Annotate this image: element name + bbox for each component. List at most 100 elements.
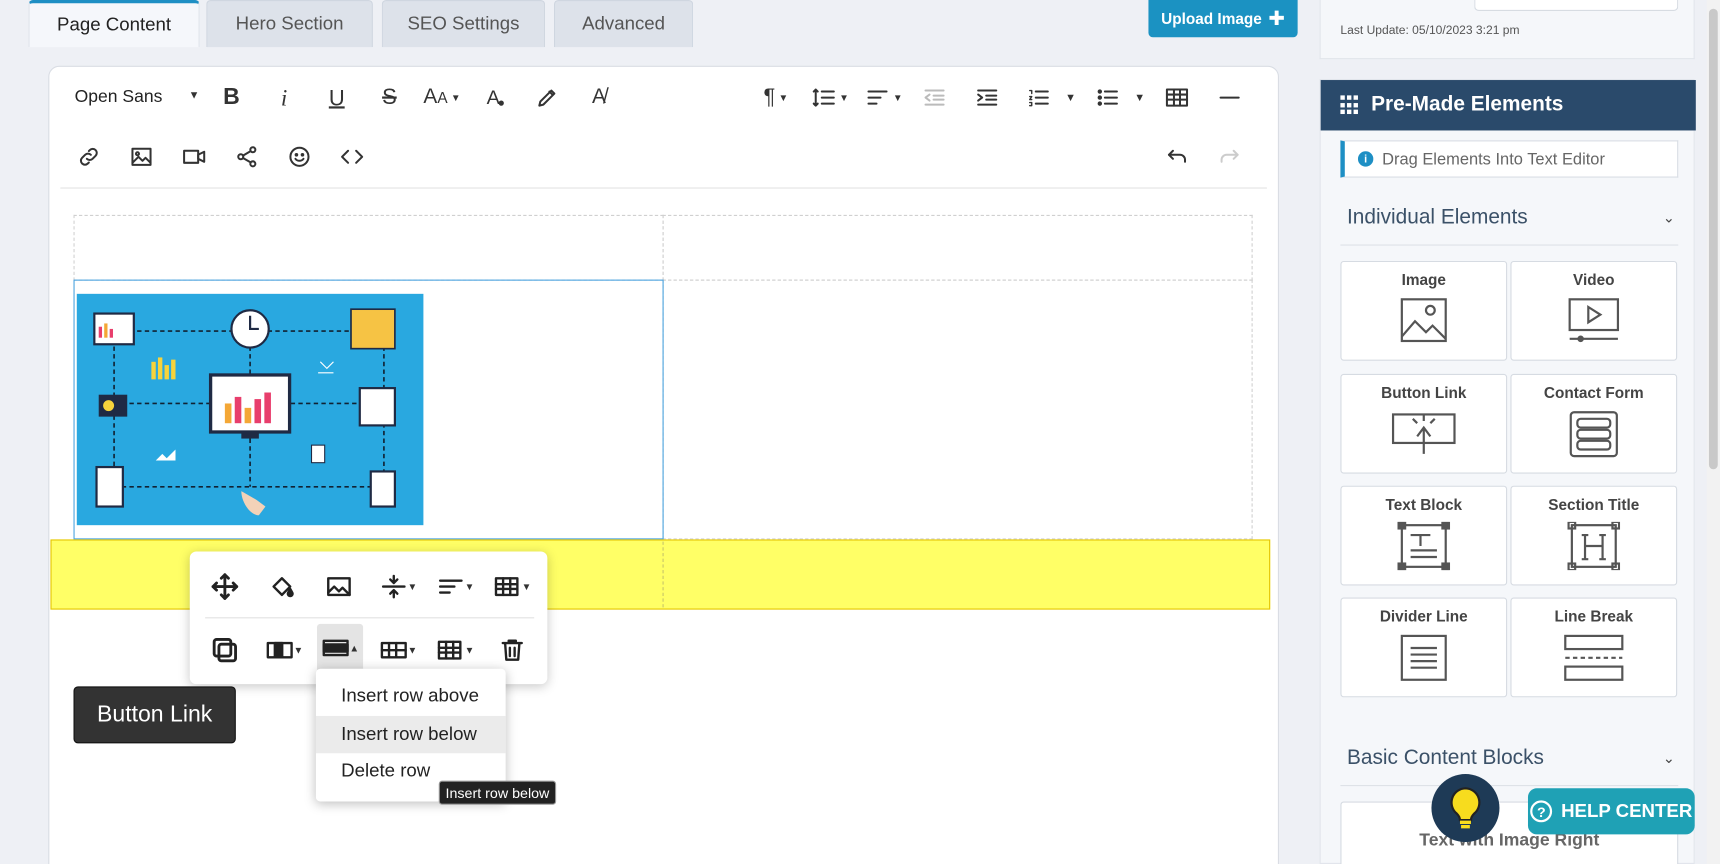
tab-seo-settings[interactable]: SEO Settings [381, 0, 546, 48]
section-divider [1340, 244, 1679, 246]
card-label: Video [1573, 270, 1615, 289]
button-link-element[interactable]: Button Link [73, 686, 236, 744]
element-card-text-block[interactable]: Text Block [1340, 485, 1508, 586]
chevron-down-icon[interactable]: ⌄ [1663, 209, 1675, 227]
indent-icon[interactable] [975, 86, 999, 110]
menu-item-insert-row-above[interactable]: Insert row above [316, 678, 506, 715]
grid-icon [1340, 95, 1360, 115]
content-image[interactable] [76, 293, 424, 526]
table-cell[interactable] [662, 279, 1253, 540]
image-icon [1400, 298, 1447, 343]
horizontal-line-icon[interactable] [1218, 86, 1242, 110]
menu-item-label: Insert row below [341, 723, 477, 745]
code-view-icon[interactable] [340, 145, 364, 169]
toolbar-divider [60, 187, 1267, 189]
paragraph-format-icon[interactable]: ¶ ▼ [763, 83, 788, 112]
text-color-icon[interactable]: A ● [484, 83, 508, 112]
delete-table-icon[interactable] [495, 630, 530, 669]
tab-page-content[interactable]: Page Content [28, 0, 200, 48]
element-card-line-break[interactable]: Line Break [1510, 597, 1678, 698]
font-family-caret-icon[interactable]: ▼ [189, 90, 200, 102]
menu-item-label: Delete row [341, 759, 431, 781]
element-card-section-title[interactable]: Section Title [1510, 485, 1678, 586]
redo-icon[interactable] [1218, 145, 1242, 169]
ordered-list-caret-icon[interactable]: ▼ [1065, 92, 1076, 104]
align-icon[interactable]: ▼ [865, 86, 903, 110]
last-update-text: Last Update: 05/10/2023 3:21 pm [1340, 24, 1520, 38]
bullet-list-icon[interactable] [1096, 86, 1120, 110]
text-block-icon [1397, 521, 1451, 571]
move-table-icon[interactable] [207, 569, 242, 604]
tab-label: Hero Section [235, 13, 344, 34]
help-center-button[interactable]: ? HELP CENTER [1527, 788, 1695, 835]
table-style-icon[interactable]: ▼ [488, 569, 536, 604]
menu-item-label: Insert row above [341, 685, 480, 707]
line-break-icon [1564, 634, 1624, 681]
scrollbar-thumb[interactable] [1708, 8, 1718, 470]
insert-image-icon[interactable] [129, 145, 153, 169]
tab-advanced[interactable]: Advanced [553, 0, 694, 48]
upload-image-button[interactable]: Upload Image ✚ [1148, 0, 1298, 38]
clear-format-icon[interactable]: A̸ [587, 83, 611, 112]
individual-elements-title[interactable]: Individual Elements [1347, 206, 1528, 230]
insert-video-icon[interactable] [182, 145, 206, 169]
bullet-list-caret-icon[interactable]: ▼ [1134, 92, 1145, 104]
chevron-down-icon[interactable]: ⌄ [1663, 750, 1675, 768]
popup-divider [205, 617, 535, 619]
element-card-image[interactable]: Image [1340, 260, 1508, 361]
pre-made-elements-panel: Pre-Made Elements i Drag Elements Into T… [1319, 78, 1696, 864]
line-height-icon[interactable]: ▼ [812, 86, 849, 110]
drag-hint-text: Drag Elements Into Text Editor [1382, 149, 1605, 169]
undo-icon[interactable] [1165, 145, 1189, 169]
tab-hero-section[interactable]: Hero Section [206, 0, 373, 48]
highlight-icon[interactable] [535, 86, 559, 110]
card-label: Text Block [1385, 495, 1463, 514]
element-card-contact-form[interactable]: Contact Form [1510, 373, 1678, 474]
element-card-button-link[interactable]: Button Link [1340, 373, 1508, 474]
help-center-label: HELP CENTER [1561, 800, 1693, 822]
network-illustration [93, 308, 396, 516]
cell-image-icon[interactable] [321, 569, 356, 604]
font-size-icon[interactable]: A A ▼ [423, 83, 460, 112]
button-link-icon [1391, 413, 1456, 454]
table-cell-icon[interactable]: ▼ [374, 630, 422, 669]
page-scrollbar[interactable] [1706, 0, 1720, 864]
cell-style-icon[interactable]: ▼ [431, 630, 479, 669]
underline-icon[interactable]: U [325, 83, 349, 114]
contact-form-icon [1569, 411, 1618, 458]
table-cell[interactable] [662, 214, 1253, 281]
outdent-icon[interactable] [922, 86, 946, 110]
tab-label: Advanced [582, 13, 666, 34]
font-family-select[interactable]: Open Sans [75, 83, 163, 112]
video-icon [1568, 298, 1620, 343]
table-column-icon[interactable]: ▼ [260, 630, 308, 669]
card-label: Divider Line [1379, 607, 1468, 625]
insert-table-icon[interactable] [1165, 86, 1189, 110]
section-title-icon [1567, 521, 1621, 571]
page-status-panel: Last Update: 05/10/2023 3:21 pm [1319, 0, 1695, 60]
element-card-video[interactable]: Video [1510, 260, 1678, 361]
emoji-icon[interactable] [287, 145, 311, 169]
tips-button[interactable] [1431, 774, 1500, 843]
share-icon[interactable] [235, 145, 259, 169]
bold-icon[interactable]: B [219, 83, 243, 112]
tab-label: Page Content [57, 14, 172, 36]
horizontal-align-icon[interactable]: ▼ [431, 569, 479, 604]
upload-image-label: Upload Image [1161, 9, 1262, 28]
italic-icon[interactable]: i [274, 83, 294, 112]
element-card-divider-line[interactable]: Divider Line [1340, 597, 1508, 698]
status-field[interactable] [1474, 0, 1679, 11]
card-label: Image [1401, 270, 1446, 289]
table-header-icon[interactable] [205, 630, 244, 669]
vertical-align-icon[interactable]: ▼ [374, 569, 422, 604]
plus-icon: ✚ [1268, 7, 1285, 30]
basic-content-blocks-title[interactable]: Basic Content Blocks [1347, 747, 1544, 771]
table-row-icon[interactable]: ▲ [317, 623, 364, 673]
table-cell[interactable] [73, 214, 664, 281]
cell-background-icon[interactable] [264, 569, 299, 604]
insert-link-icon[interactable] [77, 145, 101, 169]
ordered-list-icon[interactable] [1027, 86, 1051, 110]
lightbulb-icon [1450, 787, 1481, 829]
strikethrough-icon[interactable]: S [377, 83, 401, 112]
menu-item-insert-row-below[interactable]: Insert row below [315, 715, 506, 754]
